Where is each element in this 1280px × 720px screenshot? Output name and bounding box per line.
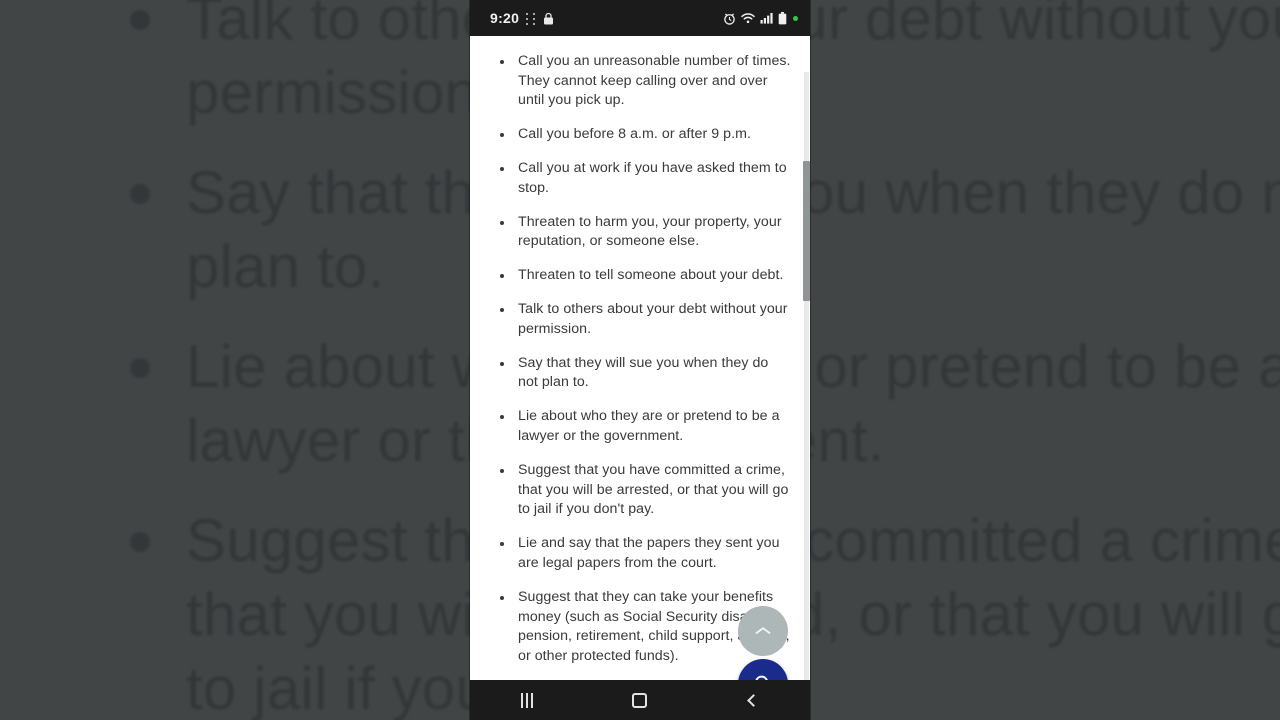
list-item: Lie and say that the papers they sent yo… [492, 534, 792, 574]
chevron-up-icon [755, 627, 771, 634]
list-item: Say that they will sue you when they do … [492, 354, 792, 394]
lock-icon [544, 12, 554, 24]
home-icon [632, 692, 648, 708]
list-item: Threaten to tell someone about your debt… [492, 266, 792, 286]
status-bar: 9:20 [470, 0, 810, 36]
list-item: Lie about who they are or pretend to be … [492, 407, 792, 447]
list-item: Call you before 8 a.m. or after 9 p.m. [492, 125, 792, 145]
webpage-content: abusively. Call you an unreasonable numb… [470, 36, 810, 720]
back-chevron-icon [746, 693, 760, 707]
list-item-clipped: abusively. [492, 36, 792, 38]
wifi-icon [741, 13, 755, 24]
dots-menu-icon [525, 12, 537, 25]
list-item: Suggest that you have committed a crime,… [492, 461, 792, 520]
cellular-signal-icon [760, 13, 773, 24]
android-navigation-bar [470, 680, 810, 720]
phone-screen: 9:20 Call you an unreasonable number of … [470, 0, 810, 720]
green-status-dot [793, 15, 798, 21]
back-button[interactable] [723, 680, 783, 720]
recents-button[interactable] [497, 680, 557, 720]
list-item: Call you an unreasonable number of times… [492, 52, 792, 111]
list-item: Talk to others about your debt without y… [492, 300, 792, 340]
scrollbar-thumb[interactable] [803, 161, 810, 301]
scroll-to-top-button[interactable] [738, 606, 788, 656]
screen-capture: Talk to others about your debt without y… [0, 0, 1280, 720]
list-item: Call you at work if you have asked them … [492, 159, 792, 199]
battery-icon [778, 11, 787, 24]
recents-icon [520, 692, 533, 708]
list-item: Threaten to harm you, your property, you… [492, 213, 792, 253]
status-bar-clock: 9:20 [490, 10, 520, 26]
home-button[interactable] [610, 680, 670, 720]
alarm-icon [724, 13, 735, 25]
